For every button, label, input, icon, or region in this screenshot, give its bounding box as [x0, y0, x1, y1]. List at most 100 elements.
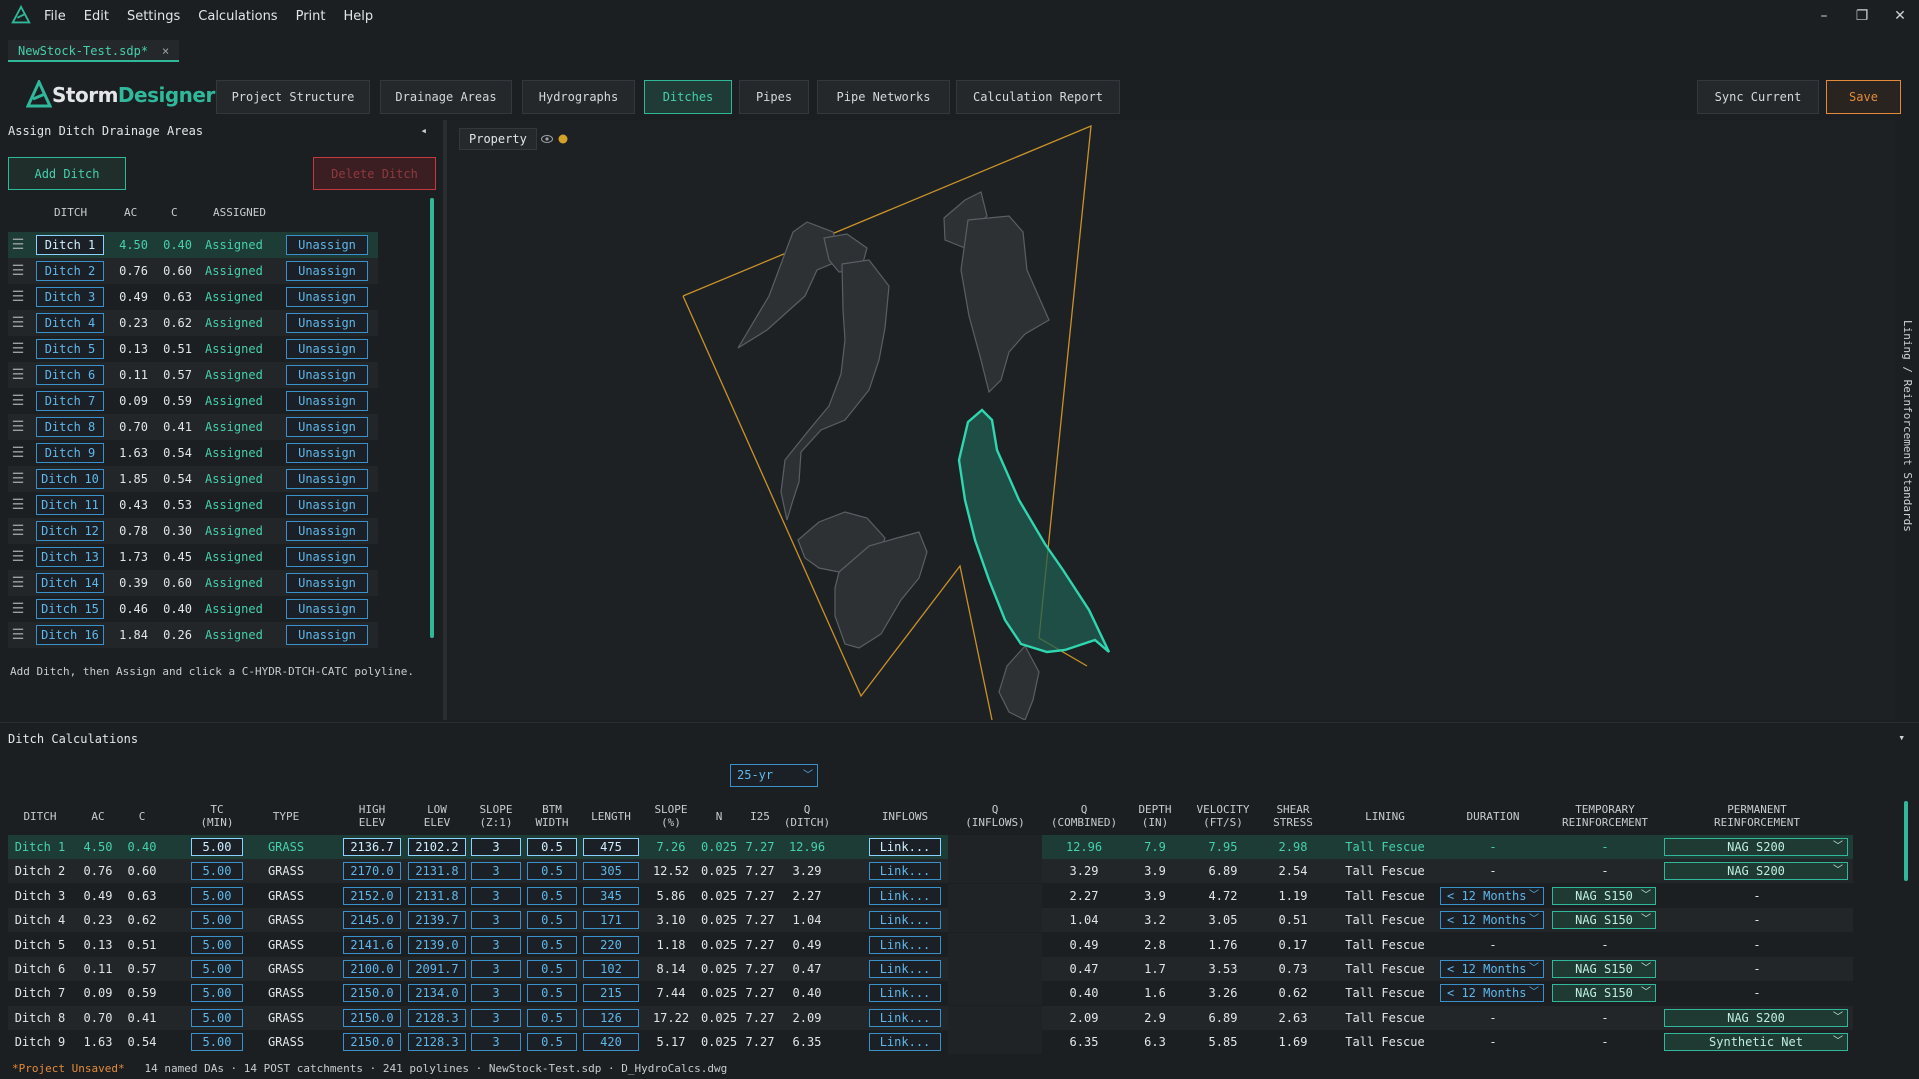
- input-tc[interactable]: 5.00: [191, 886, 243, 905]
- input-high[interactable]: 2150.0: [343, 984, 401, 1003]
- file-tab[interactable]: NewStock-Test.sdp* ×: [8, 40, 180, 62]
- input-len[interactable]: 475: [583, 838, 639, 856]
- inflows-link-button[interactable]: Link...: [869, 960, 941, 978]
- drag-handle-icon[interactable]: ☰: [8, 445, 28, 461]
- table-row[interactable]: Ditch 1 4.50 0.40 5.00 GRASS 2136.7 2102.2 3 0.5…: [8, 835, 1853, 859]
- ditch-name[interactable]: Ditch 2: [36, 261, 104, 281]
- input-len[interactable]: 126: [583, 1008, 639, 1027]
- calc-scrollbar[interactable]: [1904, 801, 1908, 881]
- right-side-tab[interactable]: Lining / Reinforcement Standards: [1895, 120, 1919, 720]
- input-high[interactable]: 2150.0: [343, 1008, 401, 1027]
- drag-handle-icon[interactable]: ☰: [8, 315, 28, 331]
- unassign-button[interactable]: Unassign: [286, 599, 368, 619]
- input-tc[interactable]: 5.00: [191, 935, 243, 954]
- list-item[interactable]: ☰ Ditch 15 0.46 0.40 Assigned Unassign: [8, 596, 378, 622]
- input-low[interactable]: 2131.8: [408, 862, 466, 881]
- input-z[interactable]: 3: [471, 911, 521, 930]
- drag-handle-icon[interactable]: ☰: [8, 341, 28, 357]
- input-len[interactable]: 345: [583, 886, 639, 905]
- ditch-name[interactable]: Ditch 6: [36, 365, 104, 385]
- input-low[interactable]: 2131.8: [408, 886, 466, 905]
- input-z[interactable]: 3: [471, 984, 521, 1003]
- menu-edit[interactable]: Edit: [84, 9, 109, 24]
- tab-ditches[interactable]: Ditches: [644, 80, 732, 114]
- inflows-link-button[interactable]: Link...: [869, 1008, 941, 1027]
- temporary-reinforcement-select[interactable]: NAG S150 ﹀: [1552, 984, 1656, 1003]
- menu-calculations[interactable]: Calculations: [198, 9, 277, 24]
- tab-hydrographs[interactable]: Hydrographs: [522, 80, 635, 114]
- input-tc[interactable]: 5.00: [191, 960, 243, 978]
- input-high[interactable]: 2141.6: [343, 935, 401, 954]
- restore-icon[interactable]: ❐: [1843, 0, 1881, 32]
- list-item[interactable]: ☰ Ditch 8 0.70 0.41 Assigned Unassign: [8, 414, 378, 440]
- input-btm[interactable]: 0.5: [527, 911, 577, 930]
- input-low[interactable]: 2128.3: [408, 1033, 466, 1052]
- table-row[interactable]: Ditch 3 0.49 0.63 5.00 GRASS 2152.0 2131.8 3 0.5…: [8, 883, 1853, 908]
- input-high[interactable]: 2170.0: [343, 862, 401, 881]
- table-row[interactable]: Ditch 5 0.13 0.51 5.00 GRASS 2141.6 2139.0 3 0.5…: [8, 932, 1853, 957]
- unassign-button[interactable]: Unassign: [286, 261, 368, 281]
- ditch-name[interactable]: Ditch 5: [36, 339, 104, 359]
- ditch-name[interactable]: Ditch 12: [36, 521, 104, 541]
- sync-current-button[interactable]: Sync Current: [1697, 80, 1819, 114]
- duration-select[interactable]: < 12 Months ﹀: [1440, 960, 1544, 978]
- duration-select[interactable]: < 12 Months ﹀: [1440, 911, 1544, 930]
- ditch-name[interactable]: Ditch 7: [36, 391, 104, 411]
- permanent-reinforcement-select[interactable]: NAG S200 ﹀: [1664, 1008, 1848, 1027]
- input-z[interactable]: 3: [471, 1033, 521, 1052]
- unassign-button[interactable]: Unassign: [286, 235, 368, 255]
- input-tc[interactable]: 5.00: [191, 1033, 243, 1052]
- drag-handle-icon[interactable]: ☰: [8, 497, 28, 513]
- drag-handle-icon[interactable]: ☰: [8, 627, 28, 643]
- input-len[interactable]: 171: [583, 911, 639, 930]
- temporary-reinforcement-select[interactable]: NAG S150 ﹀: [1552, 911, 1656, 930]
- ditch-list-scrollbar[interactable]: [430, 198, 434, 638]
- inflows-link-button[interactable]: Link...: [869, 862, 941, 881]
- menu-print[interactable]: Print: [296, 9, 326, 24]
- input-tc[interactable]: 5.00: [191, 1008, 243, 1027]
- table-row[interactable]: Ditch 2 0.76 0.60 5.00 GRASS 2170.0 2131.8 3 0.5…: [8, 859, 1853, 884]
- selected-ditch-area[interactable]: [957, 408, 1111, 654]
- input-high[interactable]: 2152.0: [343, 886, 401, 905]
- input-low[interactable]: 2102.2: [408, 838, 466, 856]
- list-item[interactable]: ☰ Ditch 4 0.23 0.62 Assigned Unassign: [8, 310, 378, 336]
- duration-select[interactable]: < 12 Months ﹀: [1440, 886, 1544, 905]
- collapse-icon[interactable]: ◂: [420, 124, 427, 137]
- input-high[interactable]: 2136.7: [343, 838, 401, 856]
- input-high[interactable]: 2100.0: [343, 960, 401, 978]
- unassign-button[interactable]: Unassign: [286, 469, 368, 489]
- ditch-name[interactable]: Ditch 10: [36, 469, 104, 489]
- ditch-name[interactable]: Ditch 1: [36, 235, 104, 255]
- table-row[interactable]: Ditch 6 0.11 0.57 5.00 GRASS 2100.0 2091.7 3 0.5…: [8, 957, 1853, 981]
- input-low[interactable]: 2128.3: [408, 1008, 466, 1027]
- input-len[interactable]: 420: [583, 1033, 639, 1052]
- input-btm[interactable]: 0.5: [527, 984, 577, 1003]
- file-tab-close-icon[interactable]: ×: [162, 44, 169, 58]
- input-tc[interactable]: 5.00: [191, 911, 243, 930]
- input-z[interactable]: 3: [471, 960, 521, 978]
- unassign-button[interactable]: Unassign: [286, 521, 368, 541]
- unassign-button[interactable]: Unassign: [286, 391, 368, 411]
- menu-settings[interactable]: Settings: [127, 9, 180, 24]
- save-button[interactable]: Save: [1826, 80, 1901, 114]
- ditch-name[interactable]: Ditch 4: [36, 313, 104, 333]
- drag-handle-icon[interactable]: ☰: [8, 601, 28, 617]
- inflows-link-button[interactable]: Link...: [869, 911, 941, 930]
- table-row[interactable]: Ditch 7 0.09 0.59 5.00 GRASS 2150.0 2134.0 3 0.5…: [8, 981, 1853, 1006]
- temporary-reinforcement-select[interactable]: NAG S150 ﹀: [1552, 886, 1656, 905]
- list-item[interactable]: ☰ Ditch 5 0.13 0.51 Assigned Unassign: [8, 336, 378, 362]
- ditch-name[interactable]: Ditch 15: [36, 599, 104, 619]
- ditch-name[interactable]: Ditch 8: [36, 417, 104, 437]
- ditch-name[interactable]: Ditch 11: [36, 495, 104, 515]
- tab-pipes[interactable]: Pipes: [739, 80, 809, 114]
- ditch-name[interactable]: Ditch 9: [36, 443, 104, 463]
- input-high[interactable]: 2145.0: [343, 911, 401, 930]
- input-high[interactable]: 2150.0: [343, 1033, 401, 1052]
- list-item[interactable]: ☰ Ditch 11 0.43 0.53 Assigned Unassign: [8, 492, 378, 518]
- inflows-link-button[interactable]: Link...: [869, 984, 941, 1003]
- menu-help[interactable]: Help: [343, 9, 373, 24]
- input-low[interactable]: 2134.0: [408, 984, 466, 1003]
- table-row[interactable]: Ditch 4 0.23 0.62 5.00 GRASS 2145.0 2139.7 3 0.5…: [8, 908, 1853, 933]
- list-item[interactable]: ☰ Ditch 1 4.50 0.40 Assigned Unassign: [8, 232, 378, 258]
- storm-event-select[interactable]: 25-yr ﹀: [730, 764, 818, 787]
